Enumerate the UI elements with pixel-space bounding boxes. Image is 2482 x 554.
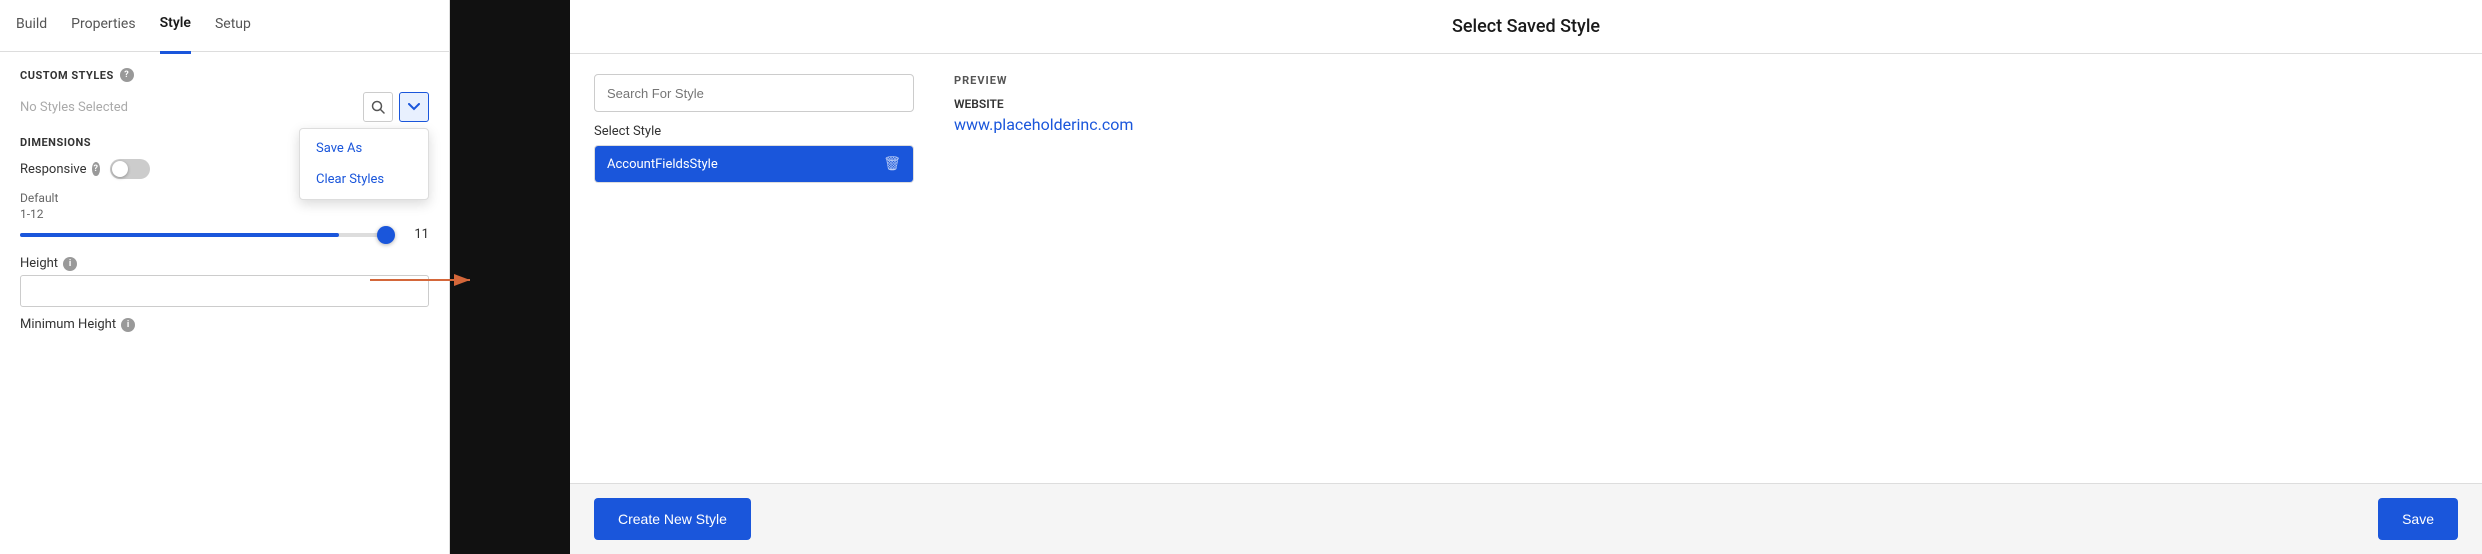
preview-website-label: WEBSITE [954,97,2458,111]
height-input[interactable] [20,275,429,307]
style-item-accountfieldsstyle[interactable]: AccountFieldsStyle 🗑 [595,146,913,182]
modal-panel: Select Saved Style Select Style AccountF… [570,0,2482,554]
left-content: CUSTOM STYLES ? No Styles Selected Save … [0,52,449,554]
create-new-style-button[interactable]: Create New Style [594,498,751,540]
trash-icon[interactable]: 🗑 [883,156,901,172]
height-label: Height i [20,256,429,271]
search-button[interactable] [363,92,393,122]
slider-value: 11 [405,227,429,242]
toggle-knob [112,161,128,177]
slider-thumb [377,226,395,244]
save-as-item[interactable]: Save As [300,133,428,164]
styles-dropdown-menu: Save As Clear Styles [299,128,429,200]
arrow-connector [370,260,490,300]
dropdown-toggle-button[interactable] [399,92,429,122]
custom-styles-help-icon[interactable]: ? [120,68,134,82]
clear-styles-item[interactable]: Clear Styles [300,164,428,195]
tab-setup[interactable]: Setup [215,0,251,54]
slider-row: 11 [20,227,429,242]
modal-footer: Create New Style Save [570,483,2482,554]
min-height-field-row: Minimum Height i [20,317,429,332]
modal-body: Select Style AccountFieldsStyle 🗑 PREVIE… [570,54,2482,483]
min-height-help-icon[interactable]: i [121,318,135,332]
height-help-icon[interactable]: i [63,257,77,271]
tab-style[interactable]: Style [160,0,191,54]
responsive-help-icon[interactable]: ? [92,162,101,176]
responsive-label: Responsive ? [20,162,100,177]
responsive-toggle[interactable] [110,159,150,179]
slider-fill [20,233,339,237]
save-button[interactable]: Save [2378,498,2458,540]
tab-build[interactable]: Build [16,0,47,54]
height-field-row: Height i [20,256,429,307]
preview-column: PREVIEW WEBSITE www.placeholderinc.com [944,74,2458,463]
preview-label: PREVIEW [954,74,2458,87]
chevron-down-icon [408,103,420,111]
width-slider-track[interactable] [20,233,395,237]
tab-properties[interactable]: Properties [71,0,135,54]
preview-website-url: www.placeholderinc.com [954,115,2458,134]
default-range: 1-12 [20,207,429,221]
custom-styles-section-label: CUSTOM STYLES ? [20,68,429,82]
style-list: AccountFieldsStyle 🗑 [594,145,914,183]
select-style-label: Select Style [594,124,914,139]
modal-header: Select Saved Style [570,0,2482,54]
min-height-label: Minimum Height i [20,317,429,332]
style-item-name: AccountFieldsStyle [607,157,718,172]
style-select-column: Select Style AccountFieldsStyle 🗑 [594,74,914,463]
style-search-input[interactable] [594,74,914,112]
modal-title: Select Saved Style [1452,16,1600,37]
search-icon [371,100,385,114]
styles-row: No Styles Selected Save As Clear Styles [20,92,429,122]
no-styles-text: No Styles Selected [20,100,357,115]
center-divider-panel [450,0,570,554]
tab-bar: Build Properties Style Setup [0,0,449,52]
